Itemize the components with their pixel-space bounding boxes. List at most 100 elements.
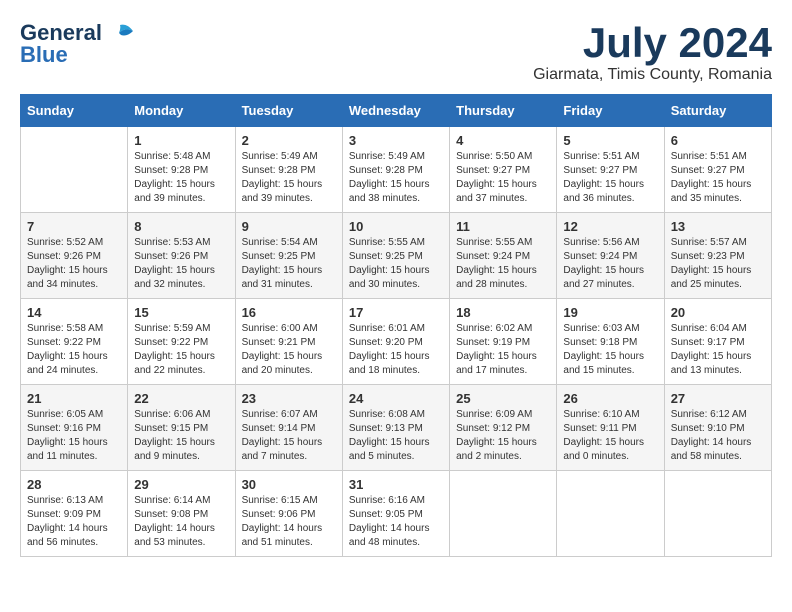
day-number: 27: [671, 391, 765, 406]
day-cell: 11 Sunrise: 5:55 AM Sunset: 9:24 PM Dayli…: [450, 213, 557, 299]
day-cell: 20 Sunrise: 6:04 AM Sunset: 9:17 PM Dayli…: [664, 299, 771, 385]
day-info: Sunrise: 6:16 AM Sunset: 9:05 PM Dayligh…: [349, 494, 443, 550]
day-cell: 26 Sunrise: 6:10 AM Sunset: 9:11 PM Dayli…: [557, 385, 664, 471]
day-number: 12: [563, 219, 657, 234]
day-info: Sunrise: 6:01 AM Sunset: 9:20 PM Dayligh…: [349, 322, 443, 378]
day-info: Sunrise: 6:04 AM Sunset: 9:17 PM Dayligh…: [671, 322, 765, 378]
day-number: 19: [563, 305, 657, 320]
day-cell: 25Sunrise: 6:09 AM Sunset: 9:12 PM Dayli…: [450, 385, 557, 471]
day-info: Sunrise: 5:51 AM Sunset: 9:27 PM Dayligh…: [671, 150, 765, 206]
day-number: 2: [242, 133, 336, 148]
day-header-tuesday: Tuesday: [235, 95, 342, 127]
location-subtitle: Giarmata, Timis County, Romania: [533, 66, 772, 84]
day-cell: 28 Sunrise: 6:13 AM Sunset: 9:09 PM Dayli…: [21, 471, 128, 557]
day-cell: 12 Sunrise: 5:56 AM Sunset: 9:24 PM Dayli…: [557, 213, 664, 299]
day-cell: 21Sunrise: 6:05 AM Sunset: 9:16 PM Dayli…: [21, 385, 128, 471]
day-number: 15: [134, 305, 228, 320]
day-cell: 23 Sunrise: 6:07 AM Sunset: 9:14 PM Dayli…: [235, 385, 342, 471]
day-number: 30: [242, 477, 336, 492]
day-number: 18: [456, 305, 550, 320]
week-row-1: 1 Sunrise: 5:48 AM Sunset: 9:28 PM Daylig…: [21, 127, 772, 213]
day-number: 9: [242, 219, 336, 234]
calendar-table: SundayMondayTuesdayWednesdayThursdayFrid…: [20, 94, 772, 557]
day-info: Sunrise: 6:08 AM Sunset: 9:13 PM Dayligh…: [349, 408, 443, 464]
day-number: 13: [671, 219, 765, 234]
day-info: Sunrise: 5:49 AM Sunset: 9:28 PM Dayligh…: [242, 150, 336, 206]
day-cell: 5 Sunrise: 5:51 AM Sunset: 9:27 PM Daylig…: [557, 127, 664, 213]
day-number: 26: [563, 391, 657, 406]
day-info: Sunrise: 6:02 AM Sunset: 9:19 PM Dayligh…: [456, 322, 550, 378]
day-info: Sunrise: 6:06 AM Sunset: 9:15 PM Dayligh…: [134, 408, 228, 464]
day-info: Sunrise: 5:56 AM Sunset: 9:24 PM Dayligh…: [563, 236, 657, 292]
day-number: 31: [349, 477, 443, 492]
day-info: Sunrise: 5:57 AM Sunset: 9:23 PM Dayligh…: [671, 236, 765, 292]
day-number: 28: [27, 477, 121, 492]
day-cell: 15Sunrise: 5:59 AM Sunset: 9:22 PM Dayli…: [128, 299, 235, 385]
day-cell: 29 Sunrise: 6:14 AM Sunset: 9:08 PM Dayli…: [128, 471, 235, 557]
day-number: 20: [671, 305, 765, 320]
day-number: 7: [27, 219, 121, 234]
day-info: Sunrise: 6:13 AM Sunset: 9:09 PM Dayligh…: [27, 494, 121, 550]
day-number: 5: [563, 133, 657, 148]
day-cell: 4Sunrise: 5:50 AM Sunset: 9:27 PM Daylig…: [450, 127, 557, 213]
day-cell: 17Sunrise: 6:01 AM Sunset: 9:20 PM Dayli…: [342, 299, 449, 385]
day-header-friday: Friday: [557, 95, 664, 127]
week-row-3: 14Sunrise: 5:58 AM Sunset: 9:22 PM Dayli…: [21, 299, 772, 385]
day-number: 24: [349, 391, 443, 406]
day-info: Sunrise: 6:00 AM Sunset: 9:21 PM Dayligh…: [242, 322, 336, 378]
day-info: Sunrise: 5:55 AM Sunset: 9:24 PM Dayligh…: [456, 236, 550, 292]
day-cell: [664, 471, 771, 557]
day-number: 6: [671, 133, 765, 148]
logo-blue: Blue: [20, 42, 68, 68]
day-info: Sunrise: 5:53 AM Sunset: 9:26 PM Dayligh…: [134, 236, 228, 292]
day-number: 3: [349, 133, 443, 148]
day-cell: [557, 471, 664, 557]
day-info: Sunrise: 5:52 AM Sunset: 9:26 PM Dayligh…: [27, 236, 121, 292]
day-info: Sunrise: 6:09 AM Sunset: 9:12 PM Dayligh…: [456, 408, 550, 464]
day-info: Sunrise: 5:51 AM Sunset: 9:27 PM Dayligh…: [563, 150, 657, 206]
day-info: Sunrise: 6:14 AM Sunset: 9:08 PM Dayligh…: [134, 494, 228, 550]
day-cell: [450, 471, 557, 557]
day-info: Sunrise: 5:48 AM Sunset: 9:28 PM Dayligh…: [134, 150, 228, 206]
day-cell: 31 Sunrise: 6:16 AM Sunset: 9:05 PM Dayli…: [342, 471, 449, 557]
day-cell: 27 Sunrise: 6:12 AM Sunset: 9:10 PM Dayli…: [664, 385, 771, 471]
day-cell: 16 Sunrise: 6:00 AM Sunset: 9:21 PM Dayli…: [235, 299, 342, 385]
day-header-saturday: Saturday: [664, 95, 771, 127]
day-header-monday: Monday: [128, 95, 235, 127]
day-cell: [21, 127, 128, 213]
day-number: 29: [134, 477, 228, 492]
day-cell: 24 Sunrise: 6:08 AM Sunset: 9:13 PM Dayli…: [342, 385, 449, 471]
day-cell: 10 Sunrise: 5:55 AM Sunset: 9:25 PM Dayli…: [342, 213, 449, 299]
day-info: Sunrise: 5:54 AM Sunset: 9:25 PM Dayligh…: [242, 236, 336, 292]
month-title: July 2024: [533, 20, 772, 66]
day-info: Sunrise: 5:49 AM Sunset: 9:28 PM Dayligh…: [349, 150, 443, 206]
day-number: 23: [242, 391, 336, 406]
day-number: 1: [134, 133, 228, 148]
day-info: Sunrise: 6:07 AM Sunset: 9:14 PM Dayligh…: [242, 408, 336, 464]
day-info: Sunrise: 6:10 AM Sunset: 9:11 PM Dayligh…: [563, 408, 657, 464]
day-number: 11: [456, 219, 550, 234]
day-cell: 18 Sunrise: 6:02 AM Sunset: 9:19 PM Dayli…: [450, 299, 557, 385]
day-cell: 1 Sunrise: 5:48 AM Sunset: 9:28 PM Daylig…: [128, 127, 235, 213]
day-header-wednesday: Wednesday: [342, 95, 449, 127]
day-info: Sunrise: 5:50 AM Sunset: 9:27 PM Dayligh…: [456, 150, 550, 206]
day-info: Sunrise: 6:12 AM Sunset: 9:10 PM Dayligh…: [671, 408, 765, 464]
week-row-4: 21Sunrise: 6:05 AM Sunset: 9:16 PM Dayli…: [21, 385, 772, 471]
day-cell: 9 Sunrise: 5:54 AM Sunset: 9:25 PM Daylig…: [235, 213, 342, 299]
logo: General Blue: [20, 20, 135, 68]
day-number: 21: [27, 391, 121, 406]
day-info: Sunrise: 6:15 AM Sunset: 9:06 PM Dayligh…: [242, 494, 336, 550]
day-cell: 8 Sunrise: 5:53 AM Sunset: 9:26 PM Daylig…: [128, 213, 235, 299]
day-cell: 30 Sunrise: 6:15 AM Sunset: 9:06 PM Dayli…: [235, 471, 342, 557]
day-cell: 6 Sunrise: 5:51 AM Sunset: 9:27 PM Daylig…: [664, 127, 771, 213]
day-cell: 22Sunrise: 6:06 AM Sunset: 9:15 PM Dayli…: [128, 385, 235, 471]
day-info: Sunrise: 5:55 AM Sunset: 9:25 PM Dayligh…: [349, 236, 443, 292]
day-number: 16: [242, 305, 336, 320]
day-number: 8: [134, 219, 228, 234]
day-number: 10: [349, 219, 443, 234]
day-header-sunday: Sunday: [21, 95, 128, 127]
day-cell: 3 Sunrise: 5:49 AM Sunset: 9:28 PM Daylig…: [342, 127, 449, 213]
week-row-5: 28 Sunrise: 6:13 AM Sunset: 9:09 PM Dayli…: [21, 471, 772, 557]
day-cell: 19Sunrise: 6:03 AM Sunset: 9:18 PM Dayli…: [557, 299, 664, 385]
day-cell: 7 Sunrise: 5:52 AM Sunset: 9:26 PM Daylig…: [21, 213, 128, 299]
